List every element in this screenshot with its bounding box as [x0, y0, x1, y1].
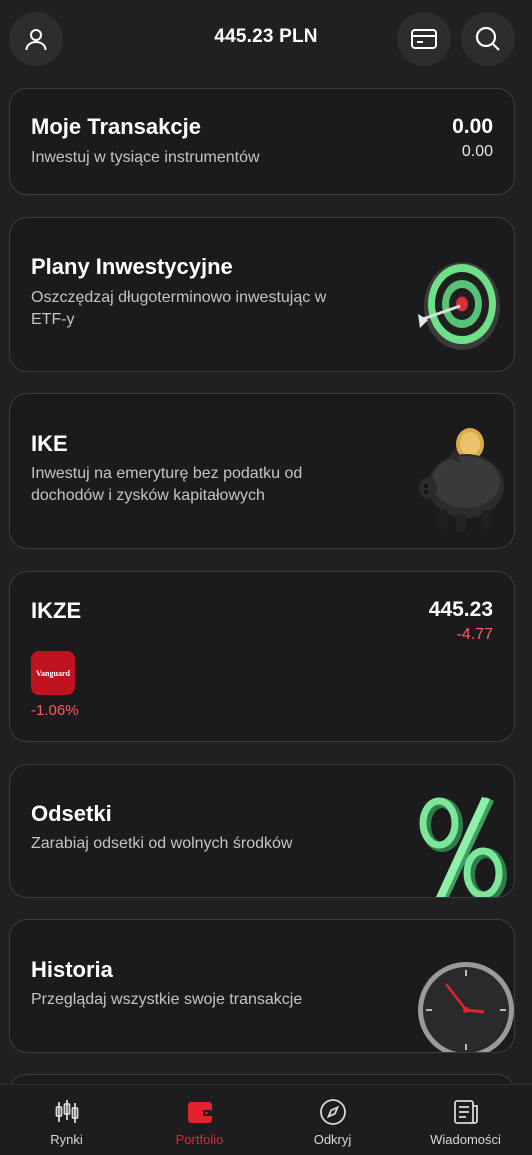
nav-label: Portfolio: [175, 1132, 224, 1147]
subtitle-line: Oszczędzaj długoterminowo inwestując w: [31, 289, 327, 306]
card-title: Plany Inwestycyjne: [31, 254, 233, 279]
investment-plans-card[interactable]: Plany Inwestycyjne Oszczędzaj długotermi…: [9, 217, 515, 372]
nav-label: Rynki: [50, 1132, 83, 1147]
card-title: IKE: [31, 431, 68, 456]
bottom-navigation: Rynki Portfolio Odkryj Wiadomości: [0, 1084, 532, 1155]
holding-change: -1.06%: [31, 702, 79, 719]
ikze-card[interactable]: IKZE 445.23 -4.77 Vanguard -1.06%: [9, 571, 515, 742]
transactions-card[interactable]: Moje Transakcje Inwestuj w tysiące instr…: [9, 88, 515, 195]
ikze-change: -4.77: [456, 626, 493, 643]
card-subtitle: Inwestuj w tysiące instrumentów: [31, 149, 260, 166]
percent-icon: [419, 797, 507, 897]
account-balance: 445.23 PLN: [214, 26, 318, 47]
card-subtitle: Inwestuj na emeryturę bez podatku od doc…: [31, 463, 302, 507]
ikze-value: 445.23: [428, 598, 493, 621]
top-bar: 445.23 PLN: [0, 0, 532, 78]
piggy-bank-icon: [419, 428, 504, 532]
nav-item-markets[interactable]: Rynki: [0, 1085, 133, 1155]
search-button[interactable]: [461, 12, 515, 66]
transactions-value: 0.00: [452, 115, 493, 138]
nav-label: Odkryj: [313, 1132, 352, 1147]
subtitle-line: dochodów i zysków kapitałowych: [31, 487, 265, 504]
target-icon: [418, 262, 500, 350]
card-title: Moje Transakcje: [31, 114, 201, 139]
card-title: IKZE: [31, 598, 82, 623]
nav-item-portfolio[interactable]: Portfolio: [133, 1085, 266, 1155]
compass-icon: [319, 1099, 346, 1125]
vanguard-logo[interactable]: Vanguard: [31, 651, 75, 695]
history-card[interactable]: Historia Przeglądaj wszystkie swoje tran…: [9, 919, 515, 1053]
candlestick-icon: [55, 1100, 78, 1123]
card-title: Historia: [31, 957, 113, 982]
news-icon: [453, 1100, 478, 1124]
card-subtitle: Oszczędzaj długoterminowo inwestując w E…: [31, 287, 326, 331]
ike-card[interactable]: IKE Inwestuj na emeryturę bez podatku od…: [9, 393, 515, 549]
subtitle-line: Inwestuj na emeryturę bez podatku od: [31, 465, 303, 482]
subtitle-line: ETF-y: [31, 311, 75, 328]
card-title: Odsetki: [31, 801, 112, 826]
nav-item-news[interactable]: Wiadomości: [399, 1085, 532, 1155]
search-icon: [475, 26, 500, 51]
nav-label: Wiadomości: [430, 1132, 501, 1147]
payment-card-button[interactable]: [397, 12, 451, 66]
transactions-change: 0.00: [461, 143, 493, 160]
wallet-icon: [187, 1102, 212, 1123]
clock-icon: [418, 962, 514, 1052]
credit-card-icon: [411, 29, 437, 49]
interest-card[interactable]: Odsetki Zarabiaj odsetki od wolnych środ…: [9, 764, 515, 898]
nav-item-discover[interactable]: Odkryj: [266, 1085, 399, 1155]
card-subtitle: Przeglądaj wszystkie swoje transakcje: [31, 991, 303, 1008]
card-subtitle: Zarabiaj odsetki od wolnych środków: [31, 835, 293, 852]
